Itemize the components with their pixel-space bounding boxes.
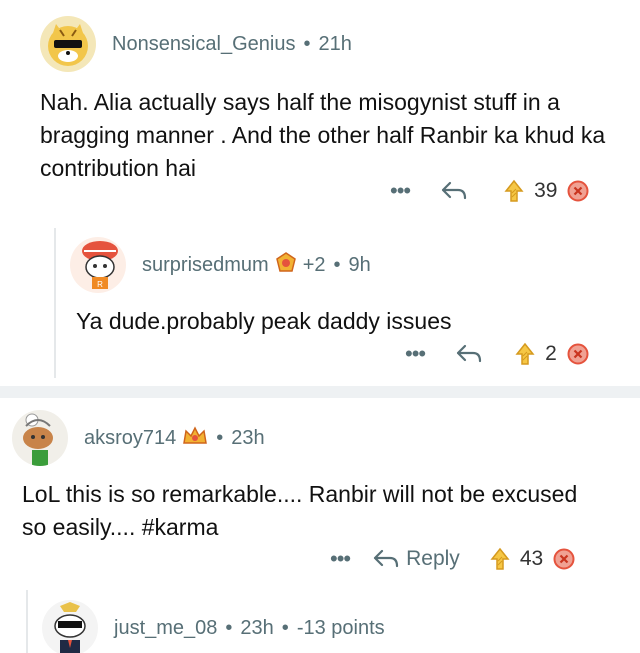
timestamp: 9h (348, 253, 371, 276)
reply-arrow-icon (442, 181, 467, 200)
comment-aksroy714: aksroy714 • 23h LoL this is so remarkabl… (0, 398, 640, 588)
username[interactable]: aksroy714 (84, 427, 176, 450)
separator-dot: • (281, 616, 289, 639)
avatar[interactable]: R (70, 237, 126, 293)
avatar[interactable] (12, 410, 68, 466)
vote-count: 39 (534, 179, 558, 202)
downvote-icon[interactable] (567, 343, 589, 365)
award-count: +2 (302, 253, 326, 276)
separator-dot: • (303, 32, 311, 55)
reply-label: Reply (406, 547, 460, 570)
reply-button[interactable] (455, 342, 483, 366)
comment-actions: ••• Reply 43 (330, 546, 575, 572)
vote-controls: 43 (490, 547, 575, 571)
timestamp: 23h (231, 426, 265, 449)
separator-dot: • (333, 253, 341, 276)
comment-surprisedmum: R surprisedmum +2 • 9h Ya dude.probably … (0, 225, 640, 385)
more-icon[interactable]: ••• (330, 546, 351, 572)
svg-text:R: R (97, 280, 103, 289)
comment-actions: ••• 2 (405, 341, 589, 367)
separator-dot: • (225, 616, 233, 639)
comment-actions: ••• 39 (390, 178, 589, 204)
vote-count: 43 (519, 547, 544, 570)
reply-button[interactable]: Reply (372, 547, 460, 571)
snoo-avatar-icon: R (70, 237, 126, 293)
award-icon (182, 425, 208, 452)
comment-nonsensical-genius: Nonsensical_Genius • 21h Nah. Alia actua… (0, 0, 640, 225)
comment-divider (0, 386, 640, 398)
award-icon (275, 251, 297, 280)
reply-arrow-icon (374, 549, 399, 568)
downvote-icon[interactable] (567, 180, 589, 202)
timestamp: 23h (240, 616, 274, 639)
reply-arrow-icon (457, 344, 482, 363)
avatar[interactable] (40, 16, 96, 72)
username[interactable]: just_me_08 (114, 617, 217, 640)
snoo-avatar-icon (12, 410, 68, 466)
comment-body: LoL this is so remarkable.... Ranbir wil… (22, 481, 578, 540)
vote-controls: 39 (504, 179, 589, 203)
username[interactable]: Nonsensical_Genius (112, 33, 295, 56)
points: -13 points (296, 616, 385, 639)
upvote-icon[interactable] (504, 179, 524, 203)
tiger-avatar-icon (40, 16, 96, 72)
comment-body: Nah. Alia actually says half the misogyn… (40, 89, 606, 181)
vote-count: 2 (545, 342, 557, 365)
comment-body: Ya dude.probably peak daddy issues (76, 308, 452, 334)
snoo-avatar-icon (42, 600, 98, 653)
reply-button[interactable] (440, 179, 468, 203)
upvote-icon[interactable] (515, 342, 535, 366)
timestamp: 21h (318, 32, 352, 55)
more-icon[interactable]: ••• (405, 341, 426, 367)
more-icon[interactable]: ••• (390, 178, 411, 204)
separator-dot: • (216, 426, 224, 449)
avatar[interactable] (42, 600, 98, 653)
upvote-icon[interactable] (490, 547, 510, 571)
username[interactable]: surprisedmum (142, 254, 269, 277)
comment-just-me-08: just_me_08 • 23h • -13 points (0, 590, 640, 653)
downvote-icon[interactable] (553, 548, 575, 570)
vote-controls: 2 (515, 342, 589, 366)
